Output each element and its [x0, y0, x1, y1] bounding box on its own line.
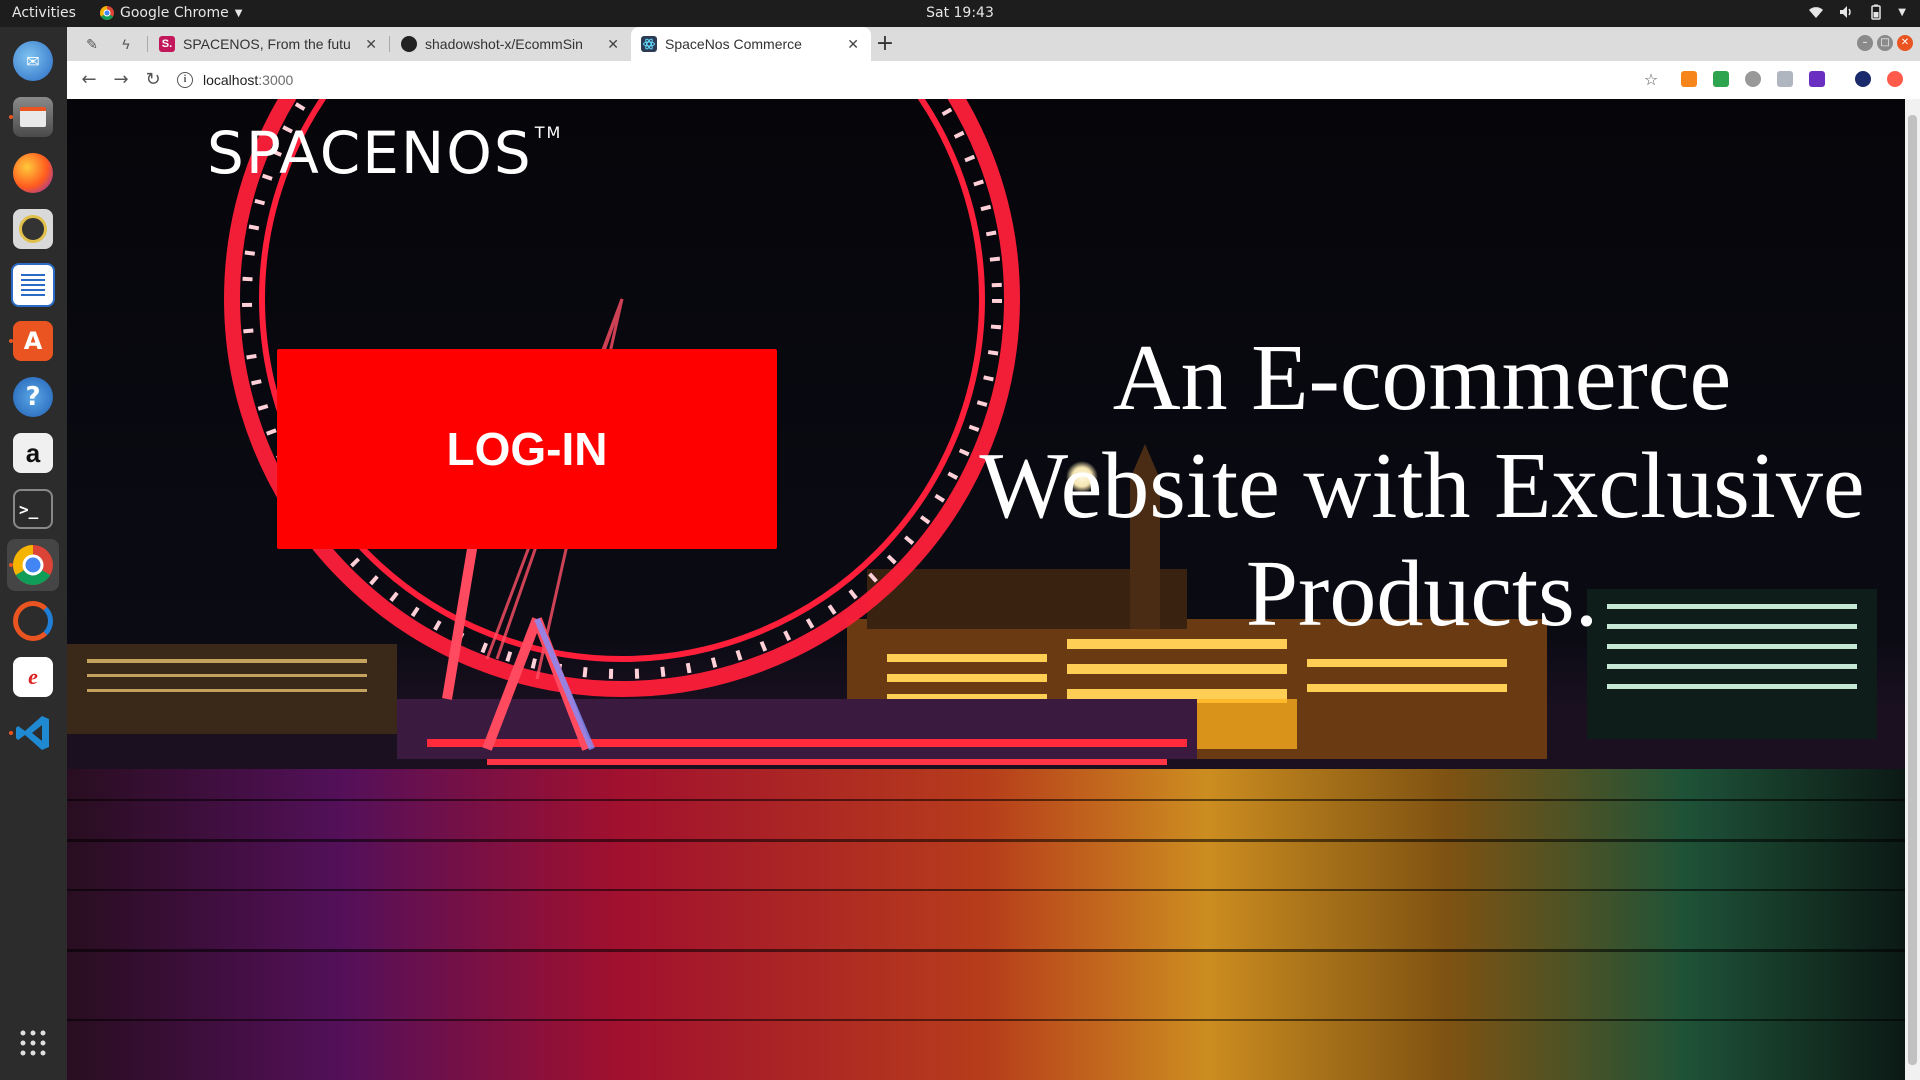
github-icon — [401, 36, 417, 52]
terminal-icon: >_ — [13, 489, 53, 529]
dock-help[interactable]: ? — [7, 371, 59, 423]
bookmark-star-icon[interactable]: ☆ — [1639, 68, 1663, 92]
tagline-line-3: Products. — [1245, 542, 1599, 646]
tagline-line-2: Website with Exclusive — [979, 434, 1865, 538]
dock-firefox[interactable] — [7, 147, 59, 199]
pin-icon: ✎ — [86, 35, 98, 52]
writer-icon — [11, 263, 55, 307]
help-icon: ? — [13, 377, 53, 417]
dock-rhythmbox[interactable] — [7, 203, 59, 255]
tagline-line-1: An E-commerce — [1112, 326, 1732, 430]
rhythmbox-icon — [13, 209, 53, 249]
browser-toolbar: ← → ↻ i localhost:3000 ☆ — [67, 61, 1920, 100]
dock-software[interactable]: A — [7, 315, 59, 367]
system-top-bar: Activities Google Chrome ▼ Sat 19:43 ▼ — [0, 0, 1920, 27]
chevron-down-icon: ▼ — [234, 7, 243, 19]
site-info-icon[interactable]: i — [177, 72, 193, 88]
adblock-extension-icon[interactable] — [1745, 71, 1761, 87]
dock-terminal[interactable]: >_ — [7, 483, 59, 535]
editor-icon: e — [13, 657, 53, 697]
new-tab-button[interactable]: + — [872, 31, 898, 57]
tab-title: SPACENOS, From the futu — [183, 36, 351, 52]
tab-close-icon[interactable]: ✕ — [847, 36, 859, 53]
address-bar[interactable]: i localhost:3000 — [177, 66, 1687, 94]
dock-writer[interactable] — [7, 259, 59, 311]
dock-ubuntu[interactable] — [7, 595, 59, 647]
app-menu[interactable]: Google Chrome ▼ — [100, 5, 242, 21]
thunderbird-icon: ✉ — [13, 41, 53, 81]
ubuntu-icon — [13, 601, 53, 641]
amazon-icon: a — [13, 433, 53, 473]
firefox-icon — [13, 153, 53, 193]
profile-avatar[interactable] — [1855, 71, 1871, 87]
system-menu-chevron-icon: ▼ — [1898, 6, 1906, 18]
tab-title: shadowshot-x/EcommSin — [425, 36, 583, 52]
vscode-icon — [16, 716, 49, 750]
dock-vscode[interactable] — [7, 707, 59, 759]
back-button[interactable]: ← — [77, 68, 101, 92]
dock-editor[interactable]: e — [7, 651, 59, 703]
page-scrollbar[interactable] — [1905, 99, 1920, 1080]
files-icon — [13, 97, 53, 137]
activities-button[interactable]: Activities — [12, 5, 76, 21]
login-button[interactable]: LOG-IN — [277, 349, 777, 549]
software-icon: A — [13, 321, 53, 361]
tab-spacenos-commerce[interactable]: SpaceNos Commerce ✕ — [631, 27, 871, 61]
chrome-small-icon — [100, 6, 114, 20]
url-port: :3000 — [258, 72, 294, 88]
tab-spacenos-future[interactable]: S. SPACENOS, From the futu ✕ — [149, 27, 389, 61]
brand-logo[interactable]: SPACENOS TM — [207, 119, 562, 187]
browser-window: ✎ ϟ S. SPACENOS, From the futu ✕ shadows… — [67, 27, 1920, 1080]
dock-amazon[interactable]: a — [7, 427, 59, 479]
tab-close-icon[interactable]: ✕ — [365, 36, 377, 53]
trademark-mark: TM — [534, 123, 563, 142]
tab-title: SpaceNos Commerce — [665, 36, 802, 52]
app-grid-icon — [20, 1030, 46, 1056]
spacenos-favicon: S. — [159, 36, 175, 52]
battery-icon — [1871, 4, 1882, 20]
tab-github[interactable]: shadowshot-x/EcommSin ✕ — [391, 27, 631, 61]
reload-button[interactable]: ↻ — [141, 68, 165, 92]
dock-thunderbird[interactable]: ✉ — [7, 35, 59, 87]
brand-name: SPACENOS — [207, 119, 533, 187]
dock-app-grid[interactable] — [7, 1017, 59, 1069]
metamask-extension-icon[interactable] — [1681, 71, 1697, 87]
close-window-button[interactable]: ✕ — [1897, 35, 1913, 51]
page-viewport: SPACENOS TM LOG-IN An E-commerce Website … — [67, 99, 1905, 1080]
lightning-icon: ϟ — [122, 36, 130, 52]
react-favicon — [641, 36, 657, 52]
dock-chrome[interactable] — [7, 539, 59, 591]
cors-extension-icon[interactable] — [1713, 71, 1729, 87]
scrollbar-thumb[interactable] — [1908, 115, 1917, 1065]
shield-extension-icon[interactable] — [1777, 71, 1793, 87]
clock[interactable]: Sat 19:43 — [926, 5, 994, 21]
dock: ✉ A ? a >_ e — [0, 27, 68, 1080]
tab-strip: ✎ ϟ S. SPACENOS, From the futu ✕ shadows… — [67, 27, 1920, 61]
pinned-tab-1[interactable]: ✎ — [75, 27, 109, 61]
tab-close-icon[interactable]: ✕ — [607, 36, 619, 53]
minimize-button[interactable]: – — [1857, 35, 1873, 51]
forward-button[interactable]: → — [109, 68, 133, 92]
volume-icon — [1840, 6, 1852, 18]
screen-extension-icon[interactable] — [1809, 71, 1825, 87]
maximize-button[interactable]: □ — [1877, 35, 1893, 51]
notification-extension-icon[interactable] — [1887, 71, 1903, 87]
dock-files[interactable] — [7, 91, 59, 143]
app-menu-label: Google Chrome — [120, 5, 229, 21]
wifi-icon — [1809, 7, 1824, 18]
hero-tagline: An E-commerce Website with Exclusive Pro… — [967, 324, 1877, 648]
url-host: localhost — [203, 72, 259, 88]
system-tray[interactable]: ▼ — [1808, 4, 1906, 20]
chrome-icon — [13, 545, 53, 585]
pinned-tab-2[interactable]: ϟ — [109, 27, 143, 61]
